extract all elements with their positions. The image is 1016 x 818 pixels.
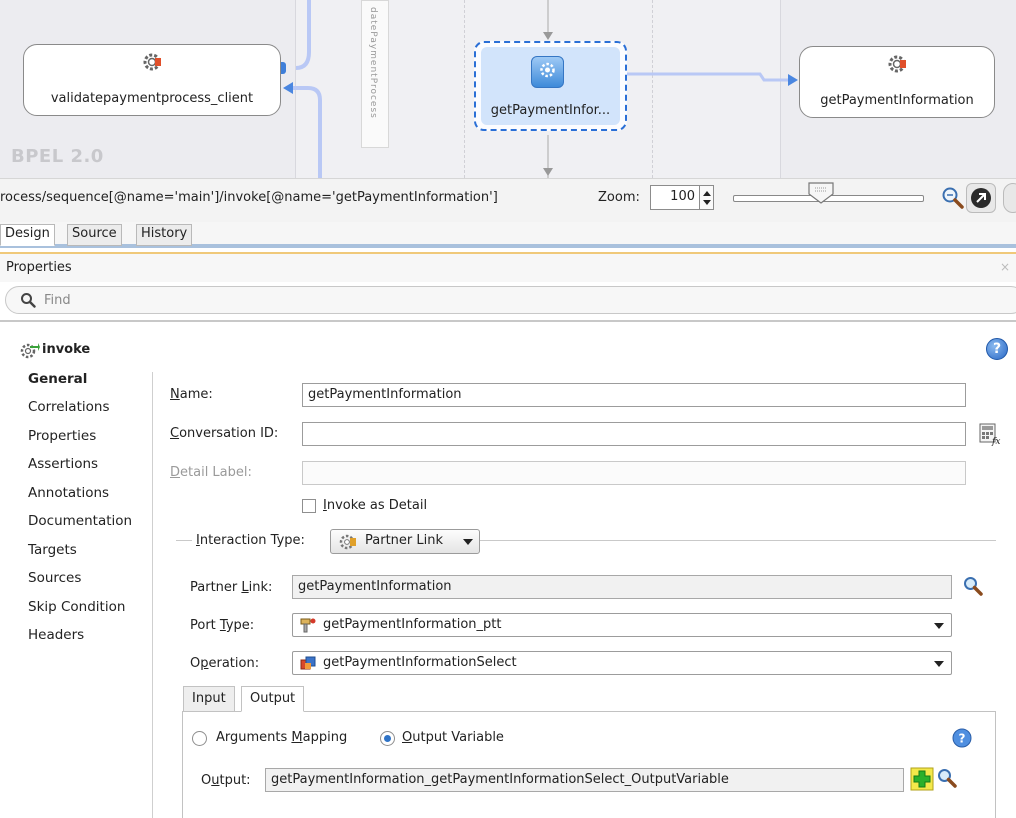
- nav-item-annotations[interactable]: Annotations: [28, 485, 109, 501]
- invoke-as-detail-checkbox[interactable]: [302, 499, 316, 513]
- divider: [0, 320, 1016, 322]
- nav-item-sources[interactable]: Sources: [28, 570, 81, 586]
- find-input[interactable]: Find: [5, 286, 1016, 314]
- operation-value: getPaymentInformationSelect: [323, 655, 517, 670]
- process-name-vertical-label: datePaymentProcess: [361, 0, 389, 148]
- svg-text:?: ?: [959, 732, 966, 746]
- detail-label-label: Detail Label:: [170, 465, 252, 480]
- partner-link-icon: [339, 534, 356, 550]
- partner-link-validatepaymentprocess-client[interactable]: validatepaymentprocess_client: [23, 44, 281, 116]
- nav-item-documentation[interactable]: Documentation: [28, 513, 132, 529]
- zoom-spinner[interactable]: [700, 185, 714, 210]
- gear-icon: [888, 55, 906, 73]
- tab-source[interactable]: Source: [67, 224, 122, 246]
- properties-panel-header: Properties ×: [0, 252, 1016, 282]
- invoke-activity-name: getPaymentInfor...: [490, 103, 611, 118]
- flow-arrow-top: [543, 32, 553, 40]
- interaction-type-dropdown[interactable]: Partner Link: [330, 529, 480, 554]
- search-icon: [21, 293, 36, 308]
- output-variable-radio[interactable]: [380, 731, 395, 746]
- dropdown-arrow-icon: [934, 661, 944, 667]
- wire-left-lower: [290, 86, 322, 178]
- svg-text:fx: fx: [991, 437, 1000, 446]
- add-icon[interactable]: [910, 767, 934, 791]
- spinner-arrows-icon: [703, 191, 711, 205]
- nav-item-headers[interactable]: Headers: [28, 627, 84, 643]
- port-type-icon: [300, 618, 316, 633]
- flow-arrow-bottom: [543, 168, 553, 176]
- nav-item-general[interactable]: General: [28, 371, 87, 387]
- partner-link-getpaymentinformation[interactable]: getPaymentInformation: [799, 46, 995, 118]
- search-icon[interactable]: [962, 575, 984, 597]
- tab-design[interactable]: Design: [0, 224, 55, 246]
- nav-item-correlations[interactable]: Correlations: [28, 399, 109, 415]
- wire-left-upper: [295, 0, 311, 70]
- tab-output[interactable]: Output: [241, 686, 305, 712]
- port-type-value: getPaymentInformation_ptt: [323, 617, 502, 632]
- xpath-status-bar: rocess/sequence[@name='main']/invoke[@na…: [0, 178, 1016, 222]
- arrow-diagonal-icon: [971, 188, 991, 208]
- editor-view-tabs: Design Source History: [0, 222, 1016, 248]
- bpel-canvas[interactable]: validatepaymentprocess_client datePaymen…: [0, 0, 1016, 178]
- nav-item-properties[interactable]: Properties: [28, 428, 96, 444]
- xpath-text: rocess/sequence[@name='main']/invoke[@na…: [0, 190, 498, 205]
- name-label: Name:: [170, 387, 213, 402]
- nav-item-skip-condition[interactable]: Skip Condition: [28, 599, 125, 615]
- partner-link-name: validatepaymentprocess_client: [50, 91, 254, 106]
- invoke-as-detail-label[interactable]: Invoke as Detail: [323, 498, 427, 513]
- invoke-section-header: invoke ?: [0, 335, 1016, 365]
- fit-to-window-button[interactable]: [966, 183, 996, 213]
- output-label: Output:: [201, 773, 251, 788]
- wire-arrow-left: [283, 82, 293, 94]
- bpel-version-label: BPEL 2.0: [11, 146, 104, 167]
- tab-history[interactable]: History: [136, 224, 193, 246]
- operation-select[interactable]: getPaymentInformationSelect: [292, 651, 952, 675]
- invoke-activity-node[interactable]: getPaymentInfor...: [474, 41, 627, 131]
- invoke-gear-icon: [20, 343, 40, 359]
- interaction-type-value: Partner Link: [365, 533, 443, 548]
- name-field[interactable]: getPaymentInformation: [302, 383, 966, 407]
- interaction-type-label: Interaction Type:: [196, 533, 305, 548]
- zoom-tool-icon[interactable]: [940, 185, 966, 211]
- zoom-input[interactable]: 100: [650, 185, 700, 210]
- arguments-mapping-radio[interactable]: [192, 731, 207, 746]
- detail-label-field: [302, 461, 966, 485]
- tab-input[interactable]: Input: [183, 686, 235, 712]
- section-title: invoke: [42, 342, 91, 357]
- operation-icon: [300, 656, 316, 670]
- find-placeholder: Find: [44, 293, 71, 308]
- operation-label: Operation:: [190, 656, 260, 671]
- nav-divider: [152, 372, 153, 818]
- dropdown-arrow-icon: [934, 623, 944, 629]
- help-icon[interactable]: ?: [986, 338, 1008, 360]
- partner-link-label: Partner Link:: [190, 580, 273, 595]
- nav-item-assertions[interactable]: Assertions: [28, 456, 98, 472]
- conversation-id-label: Conversation ID:: [170, 426, 279, 441]
- help-icon[interactable]: ?: [951, 727, 973, 749]
- port-type-select[interactable]: getPaymentInformation_ptt: [292, 613, 952, 637]
- expression-builder-icon[interactable]: fx: [978, 422, 1002, 446]
- partner-link-name: getPaymentInformation: [820, 93, 974, 108]
- arguments-mapping-label[interactable]: Arguments Mapping: [216, 730, 347, 745]
- zoom-slider-thumb[interactable]: [806, 181, 836, 205]
- conversation-id-field[interactable]: [302, 422, 966, 446]
- output-variable-label[interactable]: Output Variable: [402, 730, 504, 745]
- partner-link-field: getPaymentInformation: [292, 575, 952, 599]
- output-variable-field: getPaymentInformation_getPaymentInformat…: [265, 768, 904, 792]
- extra-tool-button[interactable]: [1003, 183, 1016, 213]
- close-icon[interactable]: ×: [1000, 260, 1010, 274]
- zoom-label: Zoom:: [598, 190, 640, 205]
- properties-title: Properties: [6, 260, 72, 275]
- dropdown-arrow-icon: [463, 539, 473, 545]
- gear-icon: [143, 53, 161, 71]
- invoke-icon: [531, 56, 564, 88]
- port-type-label: Port Type:: [190, 618, 255, 633]
- search-icon[interactable]: [936, 767, 958, 789]
- wire-arrow-right: [788, 74, 798, 86]
- input-output-tab-content: [182, 711, 996, 818]
- process-name-text: datePaymentProcess: [368, 7, 378, 119]
- nav-item-targets[interactable]: Targets: [28, 542, 77, 558]
